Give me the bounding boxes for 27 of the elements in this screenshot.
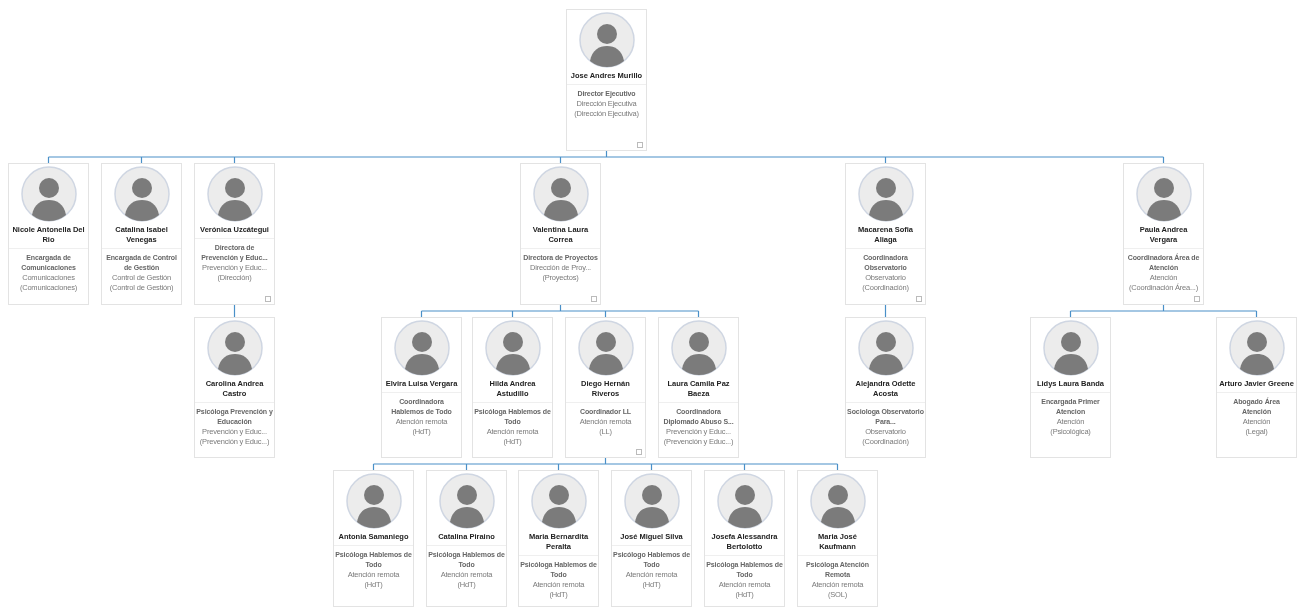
avatar-icon — [577, 320, 634, 376]
avatar-icon — [532, 166, 589, 222]
avatar-icon — [393, 320, 450, 376]
avatar-icon — [113, 166, 170, 222]
expand-icon[interactable] — [636, 449, 642, 455]
expand-icon[interactable] — [591, 296, 597, 302]
avatar-icon — [1135, 166, 1192, 222]
avatar-icon — [530, 473, 587, 529]
avatar-icon — [1228, 320, 1285, 376]
avatar-icon — [484, 320, 541, 376]
avatar-icon — [716, 473, 773, 529]
avatar-icon — [809, 473, 866, 529]
avatar-icon — [857, 320, 914, 376]
expand-icon[interactable] — [637, 142, 643, 148]
expand-icon[interactable] — [916, 296, 922, 302]
avatar-icon — [345, 473, 402, 529]
avatar-icon — [438, 473, 495, 529]
avatar-icon — [1042, 320, 1099, 376]
avatar-icon — [578, 12, 635, 68]
avatar-icon — [206, 320, 263, 376]
avatar-icon — [20, 166, 77, 222]
avatar-icon — [623, 473, 680, 529]
avatar-icon — [857, 166, 914, 222]
expand-icon[interactable] — [265, 296, 271, 302]
avatar-icon — [206, 166, 263, 222]
avatar-icon — [670, 320, 727, 376]
expand-icon[interactable] — [1194, 296, 1200, 302]
